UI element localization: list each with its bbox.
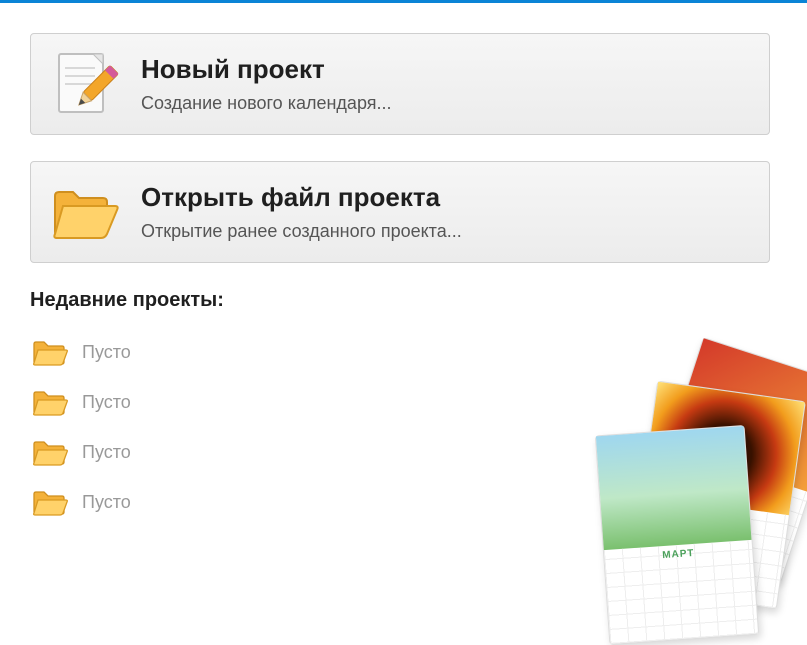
- folder-open-icon: [49, 176, 121, 248]
- recent-project-item[interactable]: Пусто: [30, 432, 807, 472]
- new-project-button[interactable]: Новый проект Создание нового календаря..…: [30, 33, 770, 135]
- recent-project-item[interactable]: Пусто: [30, 382, 807, 422]
- recent-project-item[interactable]: Пусто: [30, 482, 807, 522]
- folder-icon: [32, 436, 68, 468]
- recent-projects-list: Пусто Пусто Пусто: [30, 332, 807, 522]
- new-project-title: Новый проект: [141, 54, 392, 85]
- new-project-text: Новый проект Создание нового календаря..…: [141, 54, 392, 114]
- recent-project-label: Пусто: [82, 342, 131, 363]
- recent-project-item[interactable]: Пусто: [30, 332, 807, 372]
- open-project-button[interactable]: Открыть файл проекта Открытие ранее созд…: [30, 161, 770, 263]
- open-project-title: Открыть файл проекта: [141, 182, 462, 213]
- open-project-text: Открыть файл проекта Открытие ранее созд…: [141, 182, 462, 242]
- folder-icon: [32, 336, 68, 368]
- folder-icon: [32, 486, 68, 518]
- folder-icon: [32, 386, 68, 418]
- new-project-description: Создание нового календаря...: [141, 93, 392, 114]
- recent-project-label: Пусто: [82, 442, 131, 463]
- recent-project-label: Пусто: [82, 392, 131, 413]
- recent-project-label: Пусто: [82, 492, 131, 513]
- pencil-document-icon: [49, 48, 121, 120]
- recent-projects-section: Недавние проекты: Пусто Пусто: [30, 289, 807, 522]
- open-project-description: Открытие ранее созданного проекта...: [141, 221, 462, 242]
- calendar-month-label: МАРТ: [604, 544, 752, 565]
- recent-projects-heading: Недавние проекты:: [30, 289, 807, 312]
